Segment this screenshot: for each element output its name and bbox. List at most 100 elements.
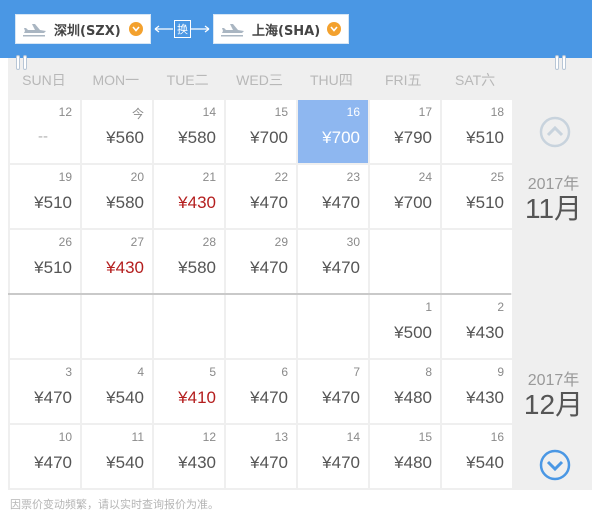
day-number: 10 [58, 430, 72, 444]
day-number: 25 [490, 170, 504, 184]
calendar-cell-empty [442, 230, 512, 293]
chevron-down-icon[interactable] [129, 22, 143, 36]
fare-price: ¥470 [322, 388, 360, 407]
day-number: 14 [202, 105, 216, 119]
calendar-day-cell[interactable]: 18 ¥510 [442, 100, 512, 163]
calendar-day-cell[interactable]: 10 ¥470 [10, 425, 80, 488]
calendar-day-cell[interactable]: 22 ¥470 [226, 165, 296, 228]
calendar-day-cell[interactable]: 21 ¥430 [154, 165, 224, 228]
chevron-up-circle-icon [539, 116, 571, 148]
day-number: 27 [130, 235, 144, 249]
previous-month-button[interactable] [539, 116, 571, 148]
day-number: 23 [346, 170, 360, 184]
day-number: 13 [274, 430, 288, 444]
calendar-day-cell[interactable]: 12 -- [10, 100, 80, 163]
fare-price: -- [38, 128, 48, 145]
calendar-day-cell[interactable]: 今 ¥560 [82, 100, 152, 163]
swap-label: 换 [174, 20, 191, 38]
arrival-city-selector[interactable]: 上海(SHA) [213, 14, 349, 44]
fare-price: ¥700 [394, 193, 432, 212]
weekday-label: SAT六 [454, 72, 496, 88]
calendar-day-cell[interactable]: 7 ¥470 [298, 360, 368, 423]
day-number: 2 [497, 300, 504, 314]
calendar-day-cell[interactable]: 19 ¥510 [10, 165, 80, 228]
fare-price: ¥470 [322, 258, 360, 277]
calendar-day-cell[interactable]: 8 ¥480 [370, 360, 440, 423]
calendar-day-cell[interactable]: 23 ¥470 [298, 165, 368, 228]
calendar-day-cell[interactable]: 11 ¥540 [82, 425, 152, 488]
calendar-day-cell[interactable]: 5 ¥410 [154, 360, 224, 423]
month-label: 12月 [523, 389, 584, 420]
calendar-day-cell[interactable]: 30 ¥470 [298, 230, 368, 293]
day-number: 20 [130, 170, 144, 184]
fare-price: ¥470 [250, 193, 288, 212]
fare-price: ¥580 [106, 193, 144, 212]
calendar-day-cell[interactable]: 14 ¥470 [298, 425, 368, 488]
fare-price: ¥480 [394, 453, 432, 472]
arrival-city-label: 上海(SHA) [252, 23, 321, 39]
calendar-day-cell[interactable]: 14 ¥580 [154, 100, 224, 163]
binder-clip-left [16, 55, 28, 70]
calendar-day-cell[interactable]: 9 ¥430 [442, 360, 512, 423]
year-label: 2017年 [527, 176, 580, 193]
calendar-day-cell[interactable]: 6 ¥470 [226, 360, 296, 423]
calendar-day-cell[interactable]: 28 ¥580 [154, 230, 224, 293]
calendar-day-cell[interactable]: 17 ¥790 [370, 100, 440, 163]
fare-price: ¥700 [250, 128, 288, 147]
day-number: 16 [490, 430, 504, 444]
day-number: 11 [131, 430, 144, 444]
calendar-day-cell[interactable]: 1 ¥500 [370, 295, 440, 358]
fare-price: ¥510 [34, 193, 72, 212]
day-number: 3 [65, 365, 72, 379]
swap-cities-button[interactable]: 换 [151, 18, 213, 40]
calendar-day-cell[interactable]: 16 ¥700 [298, 100, 368, 163]
day-number: 29 [274, 235, 288, 249]
fare-price: ¥580 [178, 128, 216, 147]
weekday-label: THU四 [309, 72, 353, 88]
day-number: 6 [281, 365, 288, 379]
day-number: 14 [346, 430, 360, 444]
calendar-day-cell[interactable]: 2 ¥430 [442, 295, 512, 358]
day-number: 18 [490, 105, 504, 119]
fare-price: ¥510 [466, 193, 504, 212]
calendar-day-cell[interactable]: 4 ¥540 [82, 360, 152, 423]
fare-price: ¥410 [178, 388, 216, 407]
calendar-day-cell[interactable]: 3 ¥470 [10, 360, 80, 423]
calendar-cell-empty [10, 295, 80, 358]
calendar-cell-empty [82, 295, 152, 358]
calendar-day-cell[interactable]: 29 ¥470 [226, 230, 296, 293]
day-number: 21 [202, 170, 216, 184]
calendar-day-cell[interactable]: 12 ¥430 [154, 425, 224, 488]
calendar-day-cell[interactable]: 20 ¥580 [82, 165, 152, 228]
fare-price: ¥470 [250, 258, 288, 277]
fare-price: ¥510 [466, 128, 504, 147]
calendar-day-cell[interactable]: 25 ¥510 [442, 165, 512, 228]
departure-city-label: 深圳(SZX) [54, 23, 121, 39]
weekday-label: TUE二 [166, 72, 209, 88]
departure-city-selector[interactable]: 深圳(SZX) [15, 14, 151, 44]
fare-price: ¥470 [250, 453, 288, 472]
day-number: 24 [418, 170, 432, 184]
calendar-day-cell[interactable]: 26 ¥510 [10, 230, 80, 293]
day-number: 5 [209, 365, 216, 379]
calendar-day-cell[interactable]: 16 ¥540 [442, 425, 512, 488]
chevron-down-circle-icon [539, 449, 571, 481]
calendar-day-cell[interactable]: 27 ¥430 [82, 230, 152, 293]
fare-price: ¥470 [322, 453, 360, 472]
fare-price: ¥430 [466, 323, 504, 342]
next-month-button[interactable] [539, 449, 571, 481]
month-label-december: 2017年 12月 [515, 366, 592, 420]
fare-price: ¥540 [106, 453, 144, 472]
calendar-day-cell[interactable]: 15 ¥700 [226, 100, 296, 163]
calendar-day-cell[interactable]: 24 ¥700 [370, 165, 440, 228]
day-number: 22 [274, 170, 288, 184]
weekday-label: FRI五 [384, 72, 422, 88]
calendar-day-cell[interactable]: 13 ¥470 [226, 425, 296, 488]
day-number: 28 [202, 235, 216, 249]
fare-price: ¥790 [394, 128, 432, 147]
day-number: 7 [353, 365, 360, 379]
day-number: 15 [274, 105, 288, 119]
calendar-day-cell[interactable]: 15 ¥480 [370, 425, 440, 488]
day-number: 12 [202, 430, 216, 444]
chevron-down-icon[interactable] [327, 22, 341, 36]
